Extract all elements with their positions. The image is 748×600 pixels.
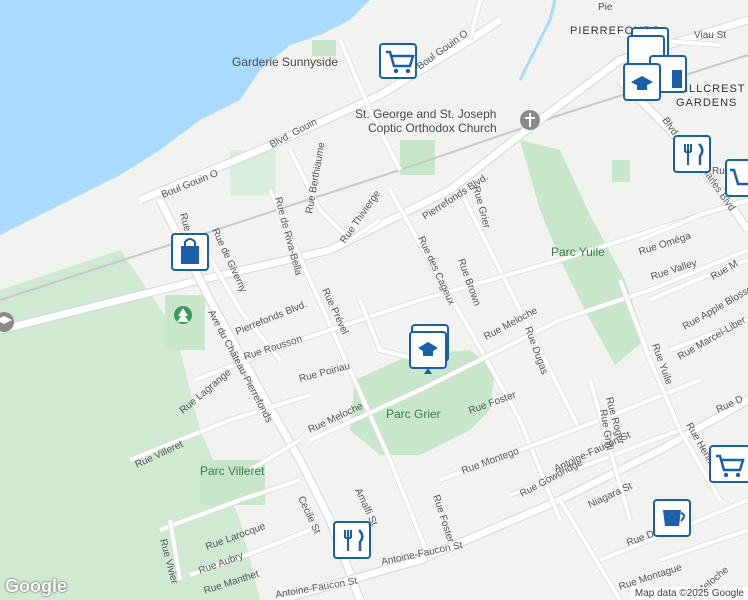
cross-icon	[529, 113, 531, 127]
poi-label-garderie[interactable]: Garderie Sunnyside	[232, 55, 338, 69]
street-viau-st: Viau St	[694, 30, 726, 41]
shopping-cart-marker-3[interactable]	[709, 445, 748, 483]
park-label-grier: Parc Grier	[386, 407, 441, 421]
park-small-garderie	[312, 40, 336, 56]
restaurant-marker-1[interactable]	[673, 135, 711, 173]
shopping-bag-marker[interactable]	[171, 233, 209, 271]
park-small-north	[400, 140, 435, 175]
map-canvas[interactable]: PIERREFONDS HILLCREST GARDENS Parc Yuile…	[0, 0, 748, 600]
coffee-cup-icon	[663, 510, 681, 526]
shopping-cart-marker-1[interactable]	[379, 43, 417, 79]
park-label-villeret: Parc Villeret	[200, 464, 265, 478]
google-logo: Google	[5, 576, 67, 596]
restaurant-marker-2[interactable]	[333, 521, 371, 559]
cafe-marker[interactable]	[653, 499, 691, 537]
park-label-yuile: Parc Yuile	[551, 245, 605, 259]
map-attribution[interactable]: Map data ©2025 Google	[630, 587, 748, 600]
poi-label-church-line2[interactable]: Coptic Orthodox Church	[368, 121, 497, 135]
area-label-gardens: GARDENS	[676, 97, 737, 109]
shopping-cart-marker-2[interactable]	[725, 159, 748, 197]
park-small-east	[612, 160, 630, 182]
poi-label-church-line1[interactable]: St. George and St. Joseph	[355, 107, 496, 121]
park-tree-marker[interactable]	[174, 306, 192, 324]
street-pie: Pie	[598, 2, 613, 13]
church-marker[interactable]	[520, 110, 540, 130]
school-marker-grier[interactable]	[409, 324, 449, 374]
shopping-bag-icon	[181, 246, 199, 264]
